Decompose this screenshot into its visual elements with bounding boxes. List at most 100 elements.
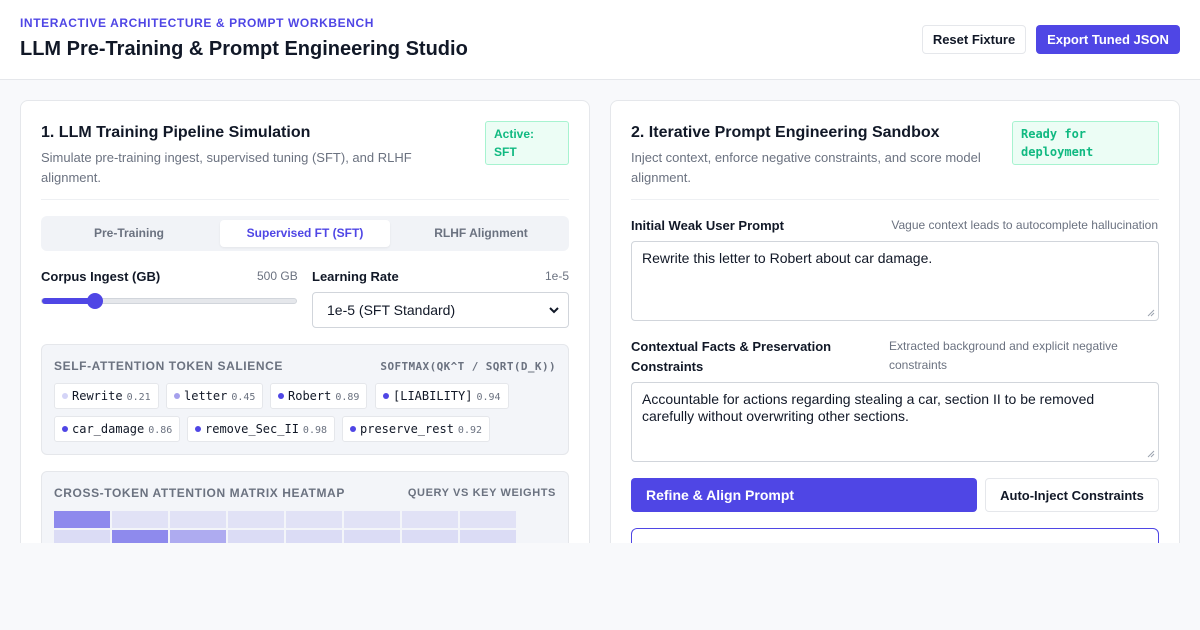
token-text: [LIABILITY] [393, 389, 473, 403]
heatmap-cell [344, 511, 400, 528]
constraints-label: Contextual Facts & Preservation Constrai… [631, 337, 871, 377]
status-badge-line1: Active: [494, 127, 535, 141]
token-text: Robert [288, 389, 332, 403]
status-badge-line2: SFT [494, 145, 517, 159]
training-stage-tabs: Pre-Training Supervised FT (SFT) RLHF Al… [41, 216, 569, 251]
heatmap-subtitle: QUERY VS KEY WEIGHTS [407, 487, 556, 499]
token-chip[interactable]: letter 0.45 [166, 383, 264, 409]
salience-dot [350, 426, 356, 432]
token-text: Rewrite [72, 389, 123, 403]
corpus-slider-handle[interactable] [87, 293, 104, 309]
token-score: 0.98 [302, 425, 328, 436]
heatmap-cell [112, 511, 168, 528]
heatmap-title: CROSS-TOKEN ATTENTION MATRIX HEATMAP [54, 486, 345, 500]
heatmap-cell [170, 530, 226, 543]
heatmap-cell [402, 530, 458, 543]
weak-prompt-label: Initial Weak User Prompt [631, 218, 784, 233]
refine-prompt-button[interactable]: Refine & Align Prompt [631, 478, 977, 512]
token-text: car_damage [72, 422, 145, 436]
sandbox-description: Inject context, enforce negative constra… [631, 150, 981, 185]
token-chip[interactable]: car_damage 0.86 [54, 416, 181, 442]
page-title: LLM Pre-Training & Prompt Engineering St… [20, 38, 468, 60]
heatmap-cell [286, 530, 342, 543]
token-score: 0.86 [148, 425, 173, 436]
heatmap-cell [170, 511, 226, 528]
salience-dot [195, 426, 201, 432]
heatmap-cell [112, 530, 168, 543]
divider [41, 199, 569, 200]
token-chip[interactable]: [LIABILITY] 0.94 [375, 383, 509, 409]
token-score: 0.92 [457, 425, 483, 436]
corpus-label: Corpus Ingest (GB) [41, 269, 161, 284]
salience-dot [62, 393, 68, 399]
constraints-label-line2: Constraints [631, 359, 704, 374]
token-score: 0.94 [476, 392, 501, 403]
resize-handle-icon[interactable] [1147, 450, 1155, 458]
heatmap-cell [344, 530, 400, 543]
constraints-input[interactable]: Accountable for actions regarding steali… [631, 382, 1159, 462]
deployment-badge: Ready for deployment [1012, 121, 1159, 165]
token-score: 0.21 [126, 392, 151, 403]
constraints-label-line1: Contextual Facts & Preservation [631, 339, 832, 354]
weak-prompt-hint: Vague context leads to autocomplete hall… [891, 218, 1158, 232]
weak-prompt-input[interactable]: Rewrite this letter to Robert about car … [631, 241, 1159, 321]
tab-rlhf-alignment[interactable]: RLHF Alignment [397, 220, 565, 247]
tab-pre-training[interactable]: Pre-Training [45, 220, 213, 247]
refined-output-box [631, 528, 1159, 543]
token-text: letter [184, 389, 228, 403]
heatmap-cell [228, 530, 284, 543]
tab-supervised-ft[interactable]: Supervised FT (SFT) [220, 220, 390, 247]
app-eyebrow: INTERACTIVE ARCHITECTURE & PROMPT WORKBE… [20, 16, 375, 30]
corpus-slider-fill [42, 298, 94, 304]
heatmap-cell [54, 530, 110, 543]
salience-dot [383, 393, 389, 399]
token-text: preserve_rest [360, 422, 454, 436]
constraints-hint-line2: constraints [889, 358, 948, 372]
main-content: 1. LLM Training Pipeline Simulation Simu… [0, 80, 1200, 543]
heatmap-cell [286, 511, 342, 528]
resize-handle-icon[interactable] [1147, 309, 1155, 317]
token-chip[interactable]: remove_Sec_II 0.98 [187, 416, 336, 442]
salience-dot [278, 393, 284, 399]
token-chip[interactable]: Robert 0.89 [270, 383, 368, 409]
status-badge: Active: SFT [485, 121, 569, 165]
salience-dot [174, 393, 180, 399]
constraints-hint: Extracted background and explicit negati… [889, 337, 1139, 375]
learning-rate-selected: 1e-5 (SFT Standard) [327, 302, 456, 318]
token-text: remove_Sec_II [205, 422, 299, 436]
auto-inject-button[interactable]: Auto-Inject Constraints [985, 478, 1159, 512]
learning-rate-label: Learning Rate [312, 269, 399, 284]
constraints-text-line2: carefully without overwriting other sect… [642, 408, 909, 424]
prompt-sandbox-panel: 2. Iterative Prompt Engineering Sandbox … [610, 100, 1180, 543]
weak-prompt-text: Rewrite this letter to Robert about car … [642, 250, 933, 266]
top-header: INTERACTIVE ARCHITECTURE & PROMPT WORKBE… [0, 0, 1200, 80]
heatmap-cell [54, 511, 110, 528]
reset-fixture-button[interactable]: Reset Fixture [922, 25, 1026, 54]
pipeline-title: 1. LLM Training Pipeline Simulation [41, 124, 311, 141]
deployment-badge-line2: deployment [1021, 145, 1094, 159]
divider [631, 199, 1159, 200]
corpus-slider[interactable] [41, 293, 297, 309]
salience-dot [62, 426, 68, 432]
salience-title: SELF-ATTENTION TOKEN SALIENCE [54, 359, 283, 373]
pipeline-description: Simulate pre-training ingest, supervised… [41, 150, 412, 185]
heatmap-cell [460, 511, 516, 528]
heatmap-cell [228, 511, 284, 528]
learning-rate-select[interactable]: 1e-5 (SFT Standard) [312, 292, 569, 328]
constraints-hint-line1: Extracted background and explicit negati… [889, 339, 1118, 353]
chevron-down-icon [549, 307, 559, 314]
corpus-value: 500 GB [257, 269, 298, 283]
deployment-badge-line1: Ready for [1021, 127, 1087, 141]
token-salience-box: SELF-ATTENTION TOKEN SALIENCE SOFTMAX(QK… [41, 344, 569, 455]
constraints-text-line1: Accountable for actions regarding steali… [642, 391, 1095, 407]
sandbox-title: 2. Iterative Prompt Engineering Sandbox [631, 124, 940, 141]
salience-formula: SOFTMAX(QK^T / SQRT(D_K)) [380, 360, 556, 373]
attention-heatmap-box: CROSS-TOKEN ATTENTION MATRIX HEATMAP QUE… [41, 471, 569, 543]
token-chip[interactable]: Rewrite 0.21 [54, 383, 159, 409]
token-score: 0.45 [231, 392, 256, 403]
export-json-button[interactable]: Export Tuned JSON [1036, 25, 1180, 54]
learning-rate-value: 1e-5 [545, 269, 570, 283]
heatmap-cell [402, 511, 458, 528]
token-chip[interactable]: preserve_rest 0.92 [342, 416, 491, 442]
heatmap-cell [460, 530, 516, 543]
